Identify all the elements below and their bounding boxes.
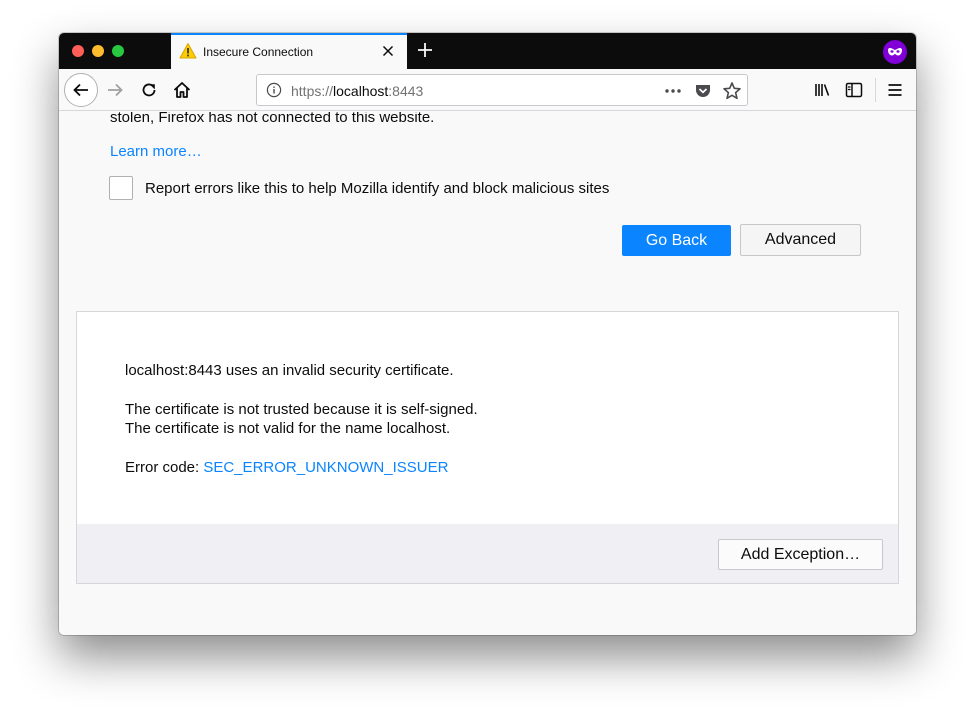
window-maximize-button[interactable] [112,45,124,57]
error-page-content: stolen, Firefox has not connected to thi… [59,112,916,635]
advanced-button[interactable]: Advanced [740,224,861,256]
private-browsing-icon[interactable] [883,40,907,64]
url-text[interactable]: https://localhost:8443 [291,83,423,99]
close-icon[interactable] [380,43,396,59]
invalid-certificate-text: localhost:8443 uses an invalid security … [125,362,454,379]
tab-bar: Insecure Connection [59,33,916,69]
forward-button[interactable] [103,78,127,102]
sidebar-icon [845,82,863,98]
back-button[interactable] [64,73,98,107]
warning-icon [179,42,197,60]
info-icon[interactable] [266,82,282,98]
hamburger-menu-icon [888,84,902,96]
error-code-line: Error code: SEC_ERROR_UNKNOWN_ISSUER [125,459,448,476]
add-exception-button[interactable]: Add Exception… [718,539,883,570]
home-button[interactable] [170,78,194,102]
pocket-icon[interactable] [693,81,713,101]
back-arrow-icon [73,83,88,97]
browser-window: Insecure Connection https://localhost:84… [59,33,916,635]
url-bar[interactable]: https://localhost:8443 [256,74,748,106]
learn-more-link[interactable]: Learn more… [110,143,202,160]
new-tab-icon[interactable] [416,41,434,59]
sidebar-button[interactable] [842,78,866,102]
go-back-button[interactable]: Go Back [622,225,731,256]
intro-text: stolen, Firefox has not connected to thi… [110,112,435,126]
star-icon[interactable] [722,81,742,101]
library-icon [815,84,830,96]
tab-insecure-connection[interactable]: Insecure Connection [171,33,407,69]
name-mismatch-text: The certificate is not valid for the nam… [125,420,451,437]
forward-arrow-icon [108,83,123,97]
tab-title: Insecure Connection [203,45,314,59]
reload-icon [142,83,156,97]
navigation-toolbar: https://localhost:8443 [59,69,916,111]
window-minimize-button[interactable] [92,45,104,57]
report-errors-label[interactable]: Report errors like this to help Mozilla … [145,180,609,197]
library-button[interactable] [810,78,834,102]
advanced-panel: localhost:8443 uses an invalid security … [76,311,899,584]
url-scheme: https:// [291,83,334,99]
url-port: :8443 [388,83,424,99]
home-icon [173,82,191,98]
toolbar-separator [875,78,876,102]
self-signed-text: The certificate is not trusted because i… [125,401,478,418]
error-code-prefix: Error code: [125,459,204,476]
more-icon[interactable] [663,81,683,101]
window-close-button[interactable] [72,45,84,57]
error-code-link[interactable]: SEC_ERROR_UNKNOWN_ISSUER [203,459,448,476]
hamburger-menu-button[interactable] [883,78,907,102]
reload-button[interactable] [137,78,161,102]
url-host: localhost [333,83,389,99]
report-errors-checkbox[interactable] [109,176,133,200]
advanced-panel-footer: Add Exception… [77,524,898,583]
